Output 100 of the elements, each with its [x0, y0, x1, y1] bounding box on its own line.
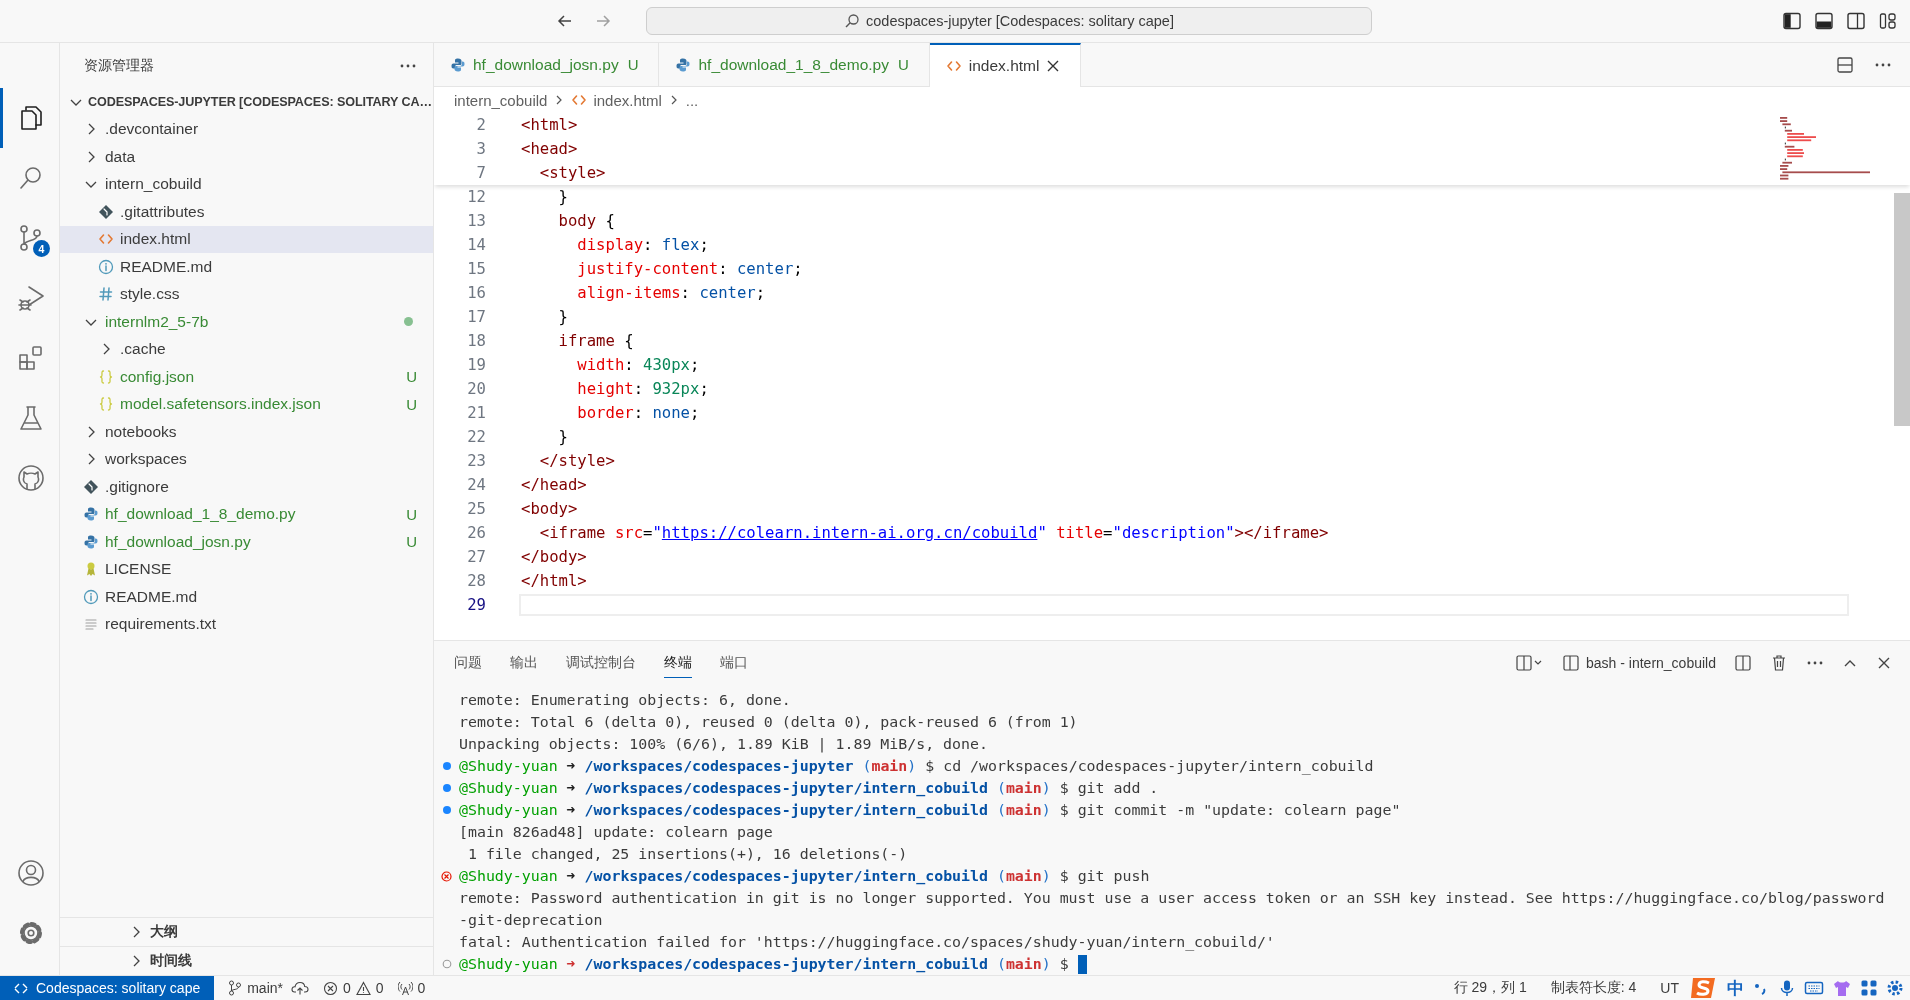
git-status-label: U: [406, 533, 417, 551]
code-line: <style>: [538, 164, 606, 182]
tree-item[interactable]: config.json U: [60, 363, 433, 391]
terminal-selector[interactable]: bash - intern_cobuild: [1562, 654, 1716, 672]
branch-indicator[interactable]: main*: [228, 980, 283, 996]
code-line: <body>: [521, 500, 578, 518]
line-number: 23: [466, 452, 486, 470]
breadcrumb[interactable]: ...: [685, 91, 699, 109]
terminal-line: -git-deprecation: [459, 911, 603, 929]
code-line: justify-content: center;: [576, 260, 803, 278]
breadcrumb[interactable]: index.html: [571, 91, 662, 109]
panel-tab[interactable]: 终端: [664, 648, 692, 678]
code-line: </style>: [538, 452, 615, 470]
editor-tab[interactable]: hf_download_josn.py U: [434, 43, 660, 86]
terminal-line: 1 file changed, 25 insertions(+), 16 deletions(-): [466, 845, 908, 863]
code-link[interactable]: https://colearn.intern-ai.org.cn/cobuild: [661, 524, 1038, 542]
terminal-line: Unpacking objects: 100% (6/6), 1.89 KiB | 1.89 MiB/s, done.: [459, 735, 988, 753]
panel-tab[interactable]: 问题: [454, 648, 482, 678]
code-line: </head>: [521, 476, 587, 494]
tree-item[interactable]: .cache: [60, 335, 433, 363]
tree-item[interactable]: workspaces: [60, 445, 433, 473]
tree-item[interactable]: .gitignore: [60, 473, 433, 501]
tree-item[interactable]: README.md: [60, 583, 433, 611]
encoding-setting[interactable]: UT: [1660, 980, 1679, 996]
code-line: }: [557, 308, 568, 326]
line-number: 28: [466, 572, 486, 590]
terminal-line: @Shudy-yuan ➜ /workspaces/codespaces-jupyter/intern_cobuild (main) $: [459, 955, 1070, 973]
tree-item[interactable]: .devcontainer: [60, 115, 433, 143]
tree-item[interactable]: hf_download_josn.py U: [60, 528, 433, 556]
line-number: 14: [466, 236, 486, 254]
tree-item[interactable]: intern_cobuild: [60, 170, 433, 198]
editor-tab[interactable]: index.html: [929, 43, 1082, 87]
terminal-line: remote: Total 6 (delta 0), reused 0 (delta 0), pack-reused 6 (from 1): [459, 713, 1078, 731]
terminal-line: @Shudy-yuan ➜ /workspaces/codespaces-jupyter/intern_cobuild (main) $ git add .: [459, 779, 1159, 797]
line-number: 18: [466, 332, 486, 350]
terminal-line: [main 826ad48] update: colearn page: [459, 823, 773, 841]
line-number: 16: [466, 284, 486, 302]
editor-tab[interactable]: hf_download_1_8_demo.py U: [659, 43, 930, 86]
code-line: }: [557, 188, 568, 206]
tree-item[interactable]: README.md: [60, 253, 433, 281]
code-line: width: 430px;: [576, 356, 700, 374]
line-number: 22: [466, 428, 486, 446]
code-line: <head>: [521, 140, 578, 158]
line-number: 3: [475, 140, 486, 158]
sidebar-title: 资源管理器: [84, 56, 154, 75]
git-status-label: U: [406, 395, 417, 413]
tree-item[interactable]: hf_download_1_8_demo.py U: [60, 500, 433, 528]
tree-item[interactable]: .gitattributes: [60, 198, 433, 226]
tree-item[interactable]: data: [60, 143, 433, 171]
tree-item[interactable]: requirements.txt: [60, 610, 433, 638]
tree-item[interactable]: index.html: [60, 225, 433, 253]
indentation-setting[interactable]: 制表符长度: 4: [1550, 979, 1637, 997]
line-number: 24: [466, 476, 486, 494]
section-header[interactable]: 大纲: [60, 917, 433, 946]
tree-item[interactable]: notebooks: [60, 418, 433, 446]
code-line: <html>: [521, 116, 578, 134]
line-number: 13: [466, 212, 486, 230]
problems-indicator[interactable]: 0 0: [323, 980, 384, 996]
activity-item[interactable]: 4: [0, 208, 59, 268]
code-line: display: flex;: [576, 236, 709, 254]
git-status-label: U: [406, 368, 417, 386]
git-status-label: U: [627, 56, 639, 73]
line-number: 27: [466, 548, 486, 566]
tree-item[interactable]: model.safetensors.index.json U: [60, 390, 433, 418]
tree-item[interactable]: LICENSE: [60, 555, 433, 583]
tree-item[interactable]: style.css: [60, 280, 433, 308]
line-number: 29: [466, 596, 486, 614]
section-header[interactable]: 时间线: [60, 946, 433, 975]
line-number: 26: [466, 524, 486, 542]
code-line: align-items: center;: [576, 284, 766, 302]
breadcrumb[interactable]: intern_cobuild: [454, 91, 548, 109]
line-number: 21: [466, 404, 486, 422]
panel-tab[interactable]: 端口: [720, 648, 748, 678]
line-number: 12: [466, 188, 486, 206]
code-line: }: [557, 428, 568, 446]
terminal-line: fatal: Authentication failed for 'https://huggingface.co/spaces/shudy-yuan/intern_cobuild/': [459, 933, 1275, 951]
line-number: 15: [466, 260, 486, 278]
line-number: 25: [466, 500, 486, 518]
code-line: iframe {: [557, 332, 634, 350]
git-status-label: U: [406, 505, 417, 523]
command-center[interactable]: codespaces-jupyter [Codespaces: solitary cape]: [646, 7, 1372, 35]
code-line: border: none;: [576, 404, 700, 422]
cursor-position[interactable]: 行 29，列 1: [1453, 979, 1527, 997]
terminal-line: @Shudy-yuan ➜ /workspaces/codespaces-jupyter (main) $ cd /workspaces/codespaces-jupyter/intern_cobuild: [459, 757, 1374, 775]
panel-tab[interactable]: 调试控制台: [566, 648, 636, 678]
line-number: 19: [466, 356, 486, 374]
count-badge: 4: [33, 240, 50, 257]
panel-tab[interactable]: 输出: [510, 648, 538, 678]
terminal-line: @Shudy-yuan ➜ /workspaces/codespaces-jupyter/intern_cobuild (main) $ git commit -m "update: colearn page": [459, 801, 1401, 819]
code-line: height: 932px;: [576, 380, 709, 398]
line-number: 17: [466, 308, 486, 326]
line-number: 7: [475, 164, 486, 182]
tree-item[interactable]: internlm2_5-7b: [60, 308, 433, 336]
line-number: 20: [466, 380, 486, 398]
ports-indicator[interactable]: 0: [397, 980, 426, 996]
tree-item[interactable]: CODESPACES-JUPYTER [CODESPACES: SOLITARY CA…: [60, 88, 433, 116]
terminal-line: remote: Password authentication in git is no longer supported. You must use a user access token or an SSH key instead. See https://huggingface.co/blog/password: [459, 889, 1885, 907]
code-line: </html>: [521, 572, 587, 590]
input-mode[interactable]: 中: [1727, 976, 1744, 1000]
remote-indicator[interactable]: Codespaces: solitary cape: [0, 976, 215, 1000]
